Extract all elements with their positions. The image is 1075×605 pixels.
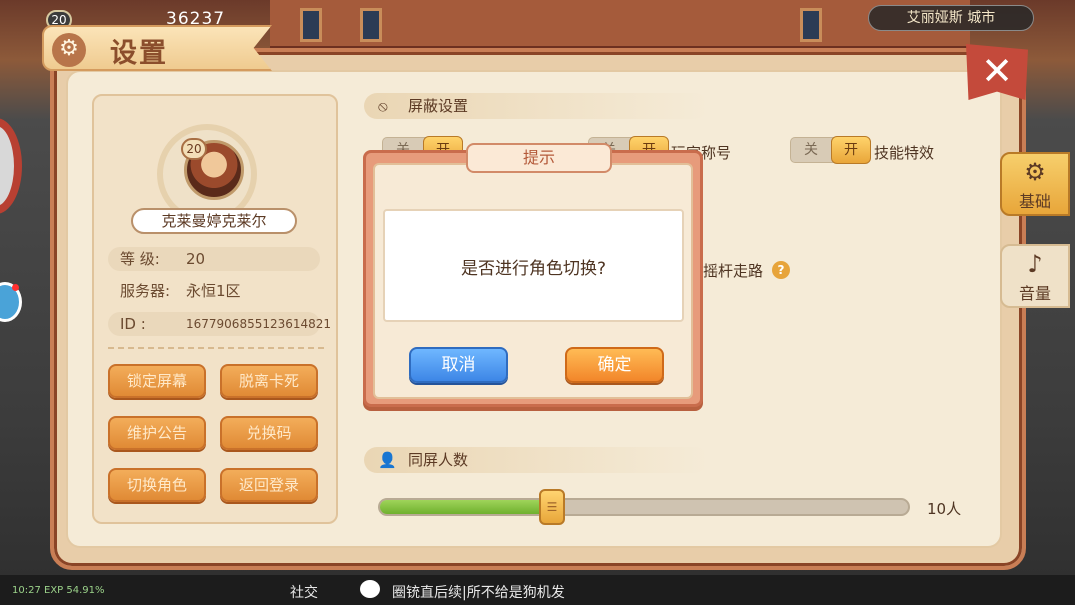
- chat-message[interactable]: 圈铳直后续|所不给是狗机发: [392, 582, 565, 602]
- id-label: ID :: [120, 315, 146, 333]
- character-name: 克莱曼婷克莱尔: [131, 208, 297, 234]
- background-window: [360, 8, 382, 42]
- back-to-login-button[interactable]: 返回登录: [220, 468, 318, 502]
- dialog-message: 是否进行角色切换?: [460, 259, 607, 279]
- block-settings-title: 屏蔽设置: [408, 97, 469, 115]
- server-label: 服务器:: [120, 282, 171, 300]
- level-value: 20: [186, 250, 206, 268]
- person-icon: 👤: [378, 451, 397, 469]
- maintenance-notice-button[interactable]: 维护公告: [108, 416, 206, 450]
- switch-character-button[interactable]: 切换角色: [108, 468, 206, 502]
- background-window: [800, 8, 822, 42]
- slider-fill: [380, 500, 549, 514]
- block-settings-header: ⦸ 屏蔽设置: [364, 93, 708, 119]
- joystick-walk-label: 摇杆走路: [703, 262, 764, 280]
- tab-volume-label: 音量: [1018, 284, 1051, 303]
- block-icon: ⦸: [378, 97, 388, 115]
- tab-basic[interactable]: ⚙ 基础: [1000, 152, 1070, 216]
- id-row: ID : 1677906855123614821: [108, 312, 331, 336]
- skill-effects-label: 技能特效: [874, 144, 935, 162]
- toggle-skill-effects[interactable]: 关 开: [790, 136, 871, 164]
- screen-people-slider[interactable]: [378, 498, 910, 516]
- tab-basic-label: 基础: [1018, 192, 1051, 211]
- bottom-hud-bar: 10:27 EXP 54.91% 社交 圈铳直后续|所不给是狗机发: [0, 575, 1075, 605]
- server-row: 服务器: 永恒1区: [108, 279, 320, 303]
- close-button[interactable]: ✕: [966, 44, 1028, 100]
- gear-icon: ⚙: [52, 33, 86, 67]
- level-label: 等 级:: [120, 250, 160, 268]
- toggle-off-label: 关: [804, 142, 818, 158]
- toggle-on-label: 开: [831, 136, 871, 164]
- avatar-level-badge: 20: [181, 138, 207, 160]
- chat-avatar-icon: [360, 580, 380, 598]
- redeem-code-button[interactable]: 兑换码: [220, 416, 318, 450]
- status-text: 10:27 EXP 54.91%: [12, 585, 105, 596]
- background-window: [300, 8, 322, 42]
- dialog-title: 提示: [466, 143, 612, 173]
- confirm-button[interactable]: 确定: [565, 347, 664, 383]
- music-note-icon: ♪: [1027, 250, 1043, 278]
- background-sign: [0, 118, 22, 214]
- screen-people-header: 👤 同屏人数: [364, 447, 708, 473]
- notification-dot: [12, 284, 19, 291]
- lock-screen-button[interactable]: 锁定屏幕: [108, 364, 206, 398]
- gears-icon: ⚙: [1024, 158, 1046, 186]
- location-label[interactable]: 艾丽娅斯 城市: [868, 5, 1034, 31]
- level-row: 等 级: 20: [108, 247, 320, 271]
- help-icon[interactable]: ?: [772, 261, 790, 279]
- cancel-button[interactable]: 取消: [409, 347, 508, 383]
- screen-people-value: 10人: [927, 500, 962, 518]
- server-value: 永恒1区: [186, 282, 241, 300]
- divider: [108, 347, 324, 349]
- tab-volume[interactable]: ♪ 音量: [1000, 244, 1070, 308]
- social-button[interactable]: 社交: [290, 582, 318, 602]
- page-title: 设置: [110, 38, 168, 69]
- unstuck-button[interactable]: 脱离卡死: [220, 364, 318, 398]
- slider-handle[interactable]: ☰: [539, 489, 565, 525]
- id-value: 1677906855123614821: [186, 317, 332, 331]
- screen-people-title: 同屏人数: [408, 451, 469, 469]
